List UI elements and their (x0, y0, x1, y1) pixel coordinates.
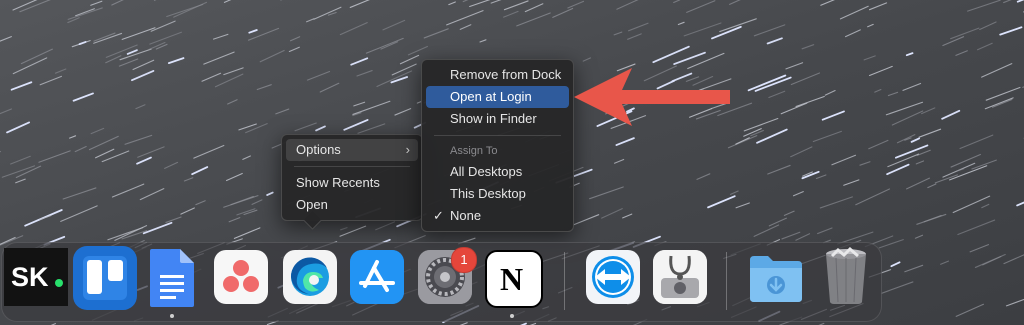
dock-item-app-store[interactable] (350, 250, 404, 304)
menu-item-label: All Desktops (450, 164, 523, 179)
teamviewer-icon (592, 256, 634, 298)
menu-separator (294, 166, 410, 167)
assign-to-header: Assign To (450, 145, 498, 157)
checkmark-icon: ✓ (433, 208, 444, 223)
dock-item-trash[interactable] (820, 246, 872, 306)
trash-icon (826, 246, 866, 304)
menu-item-show-recents[interactable]: Show Recents (286, 172, 418, 194)
edge-icon (290, 257, 329, 296)
dock-item-notion[interactable]: N (485, 250, 543, 308)
chevron-right-icon: › (405, 142, 410, 157)
menu-item-open-at-login[interactable]: Open at Login (426, 86, 569, 108)
menu-item-open[interactable]: Open (286, 194, 418, 216)
menu-item-none[interactable]: ✓ None (426, 205, 569, 227)
dock-item-downloads[interactable] (748, 252, 802, 306)
sk-logo-icon: SK (11, 262, 63, 292)
running-indicator (170, 314, 174, 318)
sk-logo-dot (55, 279, 63, 287)
menu-item-label: Show in Finder (450, 111, 537, 126)
dock-item-google-docs[interactable] (148, 247, 196, 309)
trello-icon (83, 256, 127, 300)
notion-letter: N (500, 261, 523, 297)
menu-item-remove-from-dock[interactable]: Remove from Dock (426, 64, 569, 86)
menu-item-all-desktops[interactable]: All Desktops (426, 161, 569, 183)
asana-icon (223, 260, 259, 292)
menu-separator (434, 135, 561, 136)
dock-item-teamviewer[interactable] (586, 250, 640, 304)
sk-logo-text: SK (11, 262, 49, 292)
menu-item-label: Open at Login (450, 89, 532, 104)
menu-item-label: Open (296, 197, 328, 212)
annotation-arrow-icon (574, 68, 730, 126)
dock-item-disk-utility[interactable] (653, 250, 707, 304)
dock-context-menu: Options › Show Recents Open (281, 134, 423, 230)
menu-item-label: Options (296, 142, 341, 157)
menu-item-show-in-finder[interactable]: Show in Finder (426, 108, 569, 130)
google-docs-icon (150, 249, 194, 307)
options-submenu: Remove from Dock Open at Login Show in F… (421, 59, 574, 232)
running-indicator (510, 314, 514, 318)
dock-item-asana[interactable] (214, 250, 268, 304)
menu-item-label: Remove from Dock (450, 67, 562, 82)
dock-divider (564, 252, 565, 310)
downloads-folder-icon (750, 256, 802, 302)
menu-item-options[interactable]: Options › (286, 139, 418, 161)
menu-item-label: This Desktop (450, 186, 526, 201)
app-store-icon (350, 250, 404, 304)
disk-utility-icon (653, 250, 707, 304)
menu-item-this-desktop[interactable]: This Desktop (426, 183, 569, 205)
menu-item-label: Show Recents (296, 175, 380, 190)
menu-item-label: None (450, 208, 482, 223)
dock-item-edge[interactable] (283, 250, 337, 304)
dock-item-sk[interactable]: SK (4, 248, 68, 306)
dock-divider (726, 252, 727, 310)
dock-item-trello[interactable] (73, 246, 137, 310)
notification-badge: 1 (451, 247, 477, 273)
notion-icon: N (500, 261, 523, 297)
